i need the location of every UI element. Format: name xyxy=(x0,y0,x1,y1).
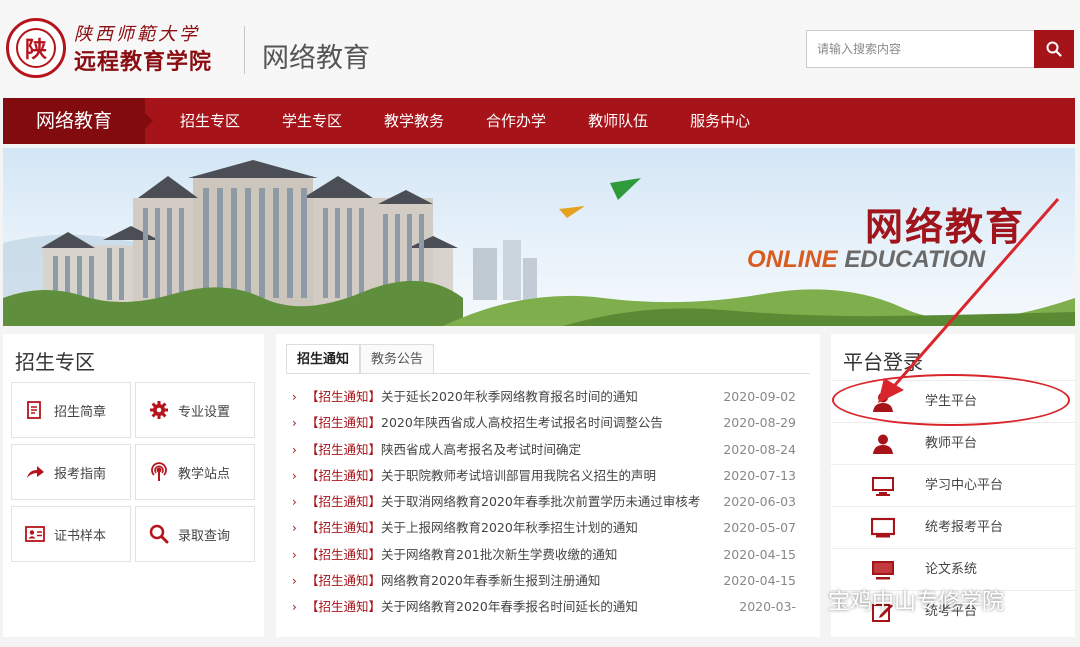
exam-registration-platform-link[interactable]: 统考报考平台 xyxy=(831,506,1075,548)
platform-login-panel: 平台登录 学生平台 教师平台 学习中心平台 统考报考平台 论文系统 统考平台 xyxy=(831,334,1075,637)
chevron-right-icon: › xyxy=(292,442,297,457)
teacher-platform-label: 教师平台 xyxy=(925,436,978,451)
nav-home[interactable]: 网络教育 xyxy=(3,98,153,144)
share-arrow-icon xyxy=(24,461,46,483)
banner-en-word1: ONLINE xyxy=(747,246,838,273)
news-date: 2020-08-29 xyxy=(723,415,796,431)
tab-academic-notice[interactable]: 教务公告 xyxy=(360,344,435,374)
hero-banner: 网络教育 ONLINE EDUCATION xyxy=(3,148,1075,326)
site-header: 陕 陕西师範大学 远程教育学院 网络教育 xyxy=(0,0,1080,98)
header-divider xyxy=(244,26,245,74)
teaching-site-label: 教学站点 xyxy=(178,466,231,482)
search-button[interactable] xyxy=(1034,30,1074,68)
learning-center-platform-link[interactable]: 学习中心平台 xyxy=(831,464,1075,506)
id-card-icon xyxy=(24,523,46,545)
student-platform-label: 学生平台 xyxy=(925,394,978,409)
banner-english-title: ONLINE EDUCATION xyxy=(747,246,985,274)
broadcast-icon xyxy=(148,461,170,483)
chevron-right-icon: › xyxy=(292,390,297,404)
nav-item-enroll[interactable]: 招生专区 xyxy=(159,98,261,144)
tab-divider xyxy=(286,373,810,374)
chevron-right-icon: › xyxy=(292,416,297,431)
thesis-system-label: 论文系统 xyxy=(925,562,978,577)
university-seal-logo[interactable]: 陕 xyxy=(6,18,66,78)
news-date: 2020-04-15 xyxy=(723,546,796,562)
news-item[interactable]: › 【招生通知】关于网络教育2020年春季报名时间延长的通知 2020-03- xyxy=(286,594,810,620)
chevron-right-icon: › xyxy=(292,495,297,510)
search-input[interactable] xyxy=(806,30,1035,68)
news-date: 2020-04-15 xyxy=(723,573,796,589)
chevron-right-icon: › xyxy=(292,547,297,562)
news-date: 2020-07-13 xyxy=(723,467,796,483)
news-item[interactable]: › 【招生通知】关于上报网络教育2020年秋季招生计划的通知 2020-05-07 xyxy=(286,515,810,541)
enroll-panel-title: 招生专区 xyxy=(15,350,95,374)
enroll-panel: 招生专区 招生简章 专业设置 报考指南 教学站点 证书样本 录取查询 xyxy=(3,334,264,637)
banner-title: 网络教育 xyxy=(865,205,1026,249)
news-item[interactable]: › 【招生通知】网络教育2020年春季新生报到注册通知 2020-04-15 xyxy=(286,568,810,594)
document-icon xyxy=(24,399,46,421)
news-date: 2020-06-03 xyxy=(723,494,796,510)
college-name: 远程教育学院 xyxy=(74,50,213,75)
news-item[interactable]: › 【招生通知】关于取消网络教育2020年春季批次前置学历未通过审核考 2020-0… xyxy=(286,489,810,515)
user-icon xyxy=(873,434,893,454)
chevron-right-icon: › xyxy=(292,468,297,483)
news-tabs: 招生通知 教务公告 xyxy=(286,344,435,374)
news-date: 2020-08-24 xyxy=(723,441,796,457)
nav-item-student[interactable]: 学生专区 xyxy=(261,98,363,144)
major-settings-button[interactable]: 专业设置 xyxy=(135,382,255,438)
news-item[interactable]: › 【招生通知】2020年陕西省成人高校招生考试报名时间调整公告 2020-08-2… xyxy=(286,410,810,436)
nav-item-service[interactable]: 服务中心 xyxy=(669,98,771,144)
news-item[interactable]: › 【招生通知】关于职院教师考试培训部冒用我院名义招生的声明 2020-07-13 xyxy=(286,463,810,489)
monitor-icon xyxy=(872,477,894,496)
tab-enroll-notice[interactable]: 招生通知 xyxy=(286,344,361,374)
news-date: 2020-05-07 xyxy=(723,520,796,536)
news-item[interactable]: › 【招生通知】关于网络教育201批次新生学费收缴的通知 2020-04-15 xyxy=(286,542,810,568)
chevron-right-icon: › xyxy=(292,600,297,615)
nav-item-faculty[interactable]: 教师队伍 xyxy=(567,98,669,144)
monitor-icon xyxy=(871,517,895,538)
nav-item-cooperation[interactable]: 合作办学 xyxy=(465,98,567,144)
main-nav: 网络教育 招生专区 学生专区 教学教务 合作办学 教师队伍 服务中心 xyxy=(3,98,1075,144)
news-date: 2020-03- xyxy=(739,599,796,615)
teacher-platform-link[interactable]: 教师平台 xyxy=(831,422,1075,464)
monitor-icon xyxy=(872,561,894,580)
search-icon xyxy=(148,523,170,545)
school-name: 陕西师範大学 xyxy=(74,24,200,45)
nav-item-teaching[interactable]: 教学教务 xyxy=(363,98,465,144)
chevron-right-icon: › xyxy=(292,521,297,536)
admission-query-button[interactable]: 录取查询 xyxy=(135,506,255,562)
seal-char: 陕 xyxy=(16,28,56,68)
enroll-guide-label: 招生简章 xyxy=(54,404,107,420)
unified-exam-platform-label: 统考平台 xyxy=(925,604,978,619)
banner-en-word2: EDUCATION xyxy=(844,246,986,273)
news-panel: 招生通知 教务公告 › 【招生通知】关于延长2020年秋季网络教育报名时间的通知 2… xyxy=(276,334,820,637)
gear-icon xyxy=(148,399,170,421)
user-icon xyxy=(873,392,893,412)
admission-query-label: 录取查询 xyxy=(178,528,231,544)
apply-guide-label: 报考指南 xyxy=(54,466,107,482)
student-platform-link[interactable]: 学生平台 xyxy=(831,380,1075,422)
apply-guide-button[interactable]: 报考指南 xyxy=(11,444,131,500)
exam-registration-platform-label: 统考报考平台 xyxy=(925,520,1004,535)
news-item[interactable]: › 【招生通知】陕西省成人高考报名及考试时间确定 2020-08-24 xyxy=(286,437,810,463)
teaching-site-button[interactable]: 教学站点 xyxy=(135,444,255,500)
major-settings-label: 专业设置 xyxy=(178,404,231,420)
news-date: 2020-09-02 xyxy=(723,389,796,404)
unified-exam-platform-link[interactable]: 统考平台 xyxy=(831,590,1075,632)
news-list: › 【招生通知】关于延长2020年秋季网络教育报名时间的通知 2020-09-02 … xyxy=(286,384,810,621)
nav-items: 招生专区 学生专区 教学教务 合作办学 教师队伍 服务中心 xyxy=(159,98,771,144)
search-icon xyxy=(1046,41,1062,57)
enroll-guide-button[interactable]: 招生简章 xyxy=(11,382,131,438)
section-title: 网络教育 xyxy=(262,43,370,74)
news-item[interactable]: › 【招生通知】关于延长2020年秋季网络教育报名时间的通知 2020-09-02 xyxy=(286,384,810,410)
thesis-system-link[interactable]: 论文系统 xyxy=(831,548,1075,590)
learning-center-platform-label: 学习中心平台 xyxy=(925,478,1004,493)
platform-panel-title: 平台登录 xyxy=(843,350,923,374)
edit-icon xyxy=(872,604,893,622)
chevron-right-icon: › xyxy=(292,574,297,589)
certificate-sample-button[interactable]: 证书样本 xyxy=(11,506,131,562)
certificate-sample-label: 证书样本 xyxy=(54,528,107,544)
